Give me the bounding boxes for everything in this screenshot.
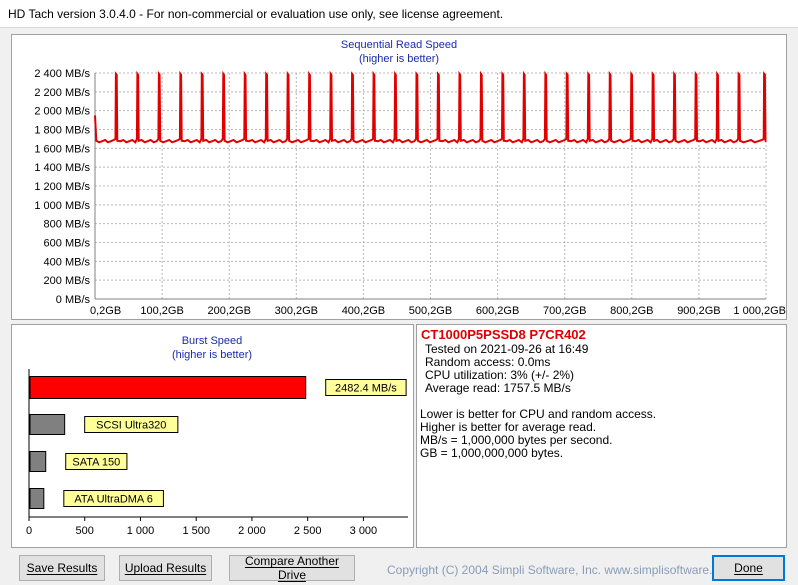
average-read: Average read: 1757.5 MB/s <box>425 381 571 395</box>
y-tick-label: 1 200 MB/s <box>34 181 90 193</box>
window-title: HD Tach version 3.0.4.0 - For non-commer… <box>8 7 504 21</box>
drive-model: CT1000P5PSSD8 P7CR402 <box>421 327 586 342</box>
x-tick-label: 200,2GB <box>207 305 250 317</box>
x-tick-label: 700,2GB <box>543 305 586 317</box>
y-tick-label: 2 200 MB/s <box>34 87 90 99</box>
y-tick-label: 1 400 MB/s <box>34 162 90 174</box>
y-tick-label: 400 MB/s <box>44 256 91 268</box>
sequential-grid <box>94 72 767 300</box>
sequential-title: Sequential Read Speed <box>341 39 457 51</box>
burst-bar <box>29 451 47 472</box>
y-tick-label: 1 800 MB/s <box>34 125 90 137</box>
x-tick-label: 900,2GB <box>677 305 720 317</box>
burst-bar <box>29 414 66 435</box>
copyright-text: Copyright (C) 2004 Simpli Software, Inc.… <box>387 563 736 577</box>
sequential-chart: Sequential Read Speed (higher is better)… <box>34 39 786 317</box>
x-tick-label: 300,2GB <box>275 305 318 317</box>
compare-drive-button[interactable]: Compare Another Drive <box>229 554 355 582</box>
burst-bar <box>29 488 45 509</box>
y-tick-label: 2 400 MB/s <box>34 68 90 80</box>
burst-tick-label: 1 500 <box>182 525 210 537</box>
y-tick-label: 2 000 MB/s <box>34 106 90 118</box>
sequential-subtitle: (higher is better) <box>359 53 439 65</box>
y-tick-label: 1 600 MB/s <box>34 143 90 155</box>
burst-tick-label: 0 <box>26 525 32 537</box>
title-bar: HD Tach version 3.0.4.0 - For non-commer… <box>0 0 798 28</box>
upload-results-button[interactable]: Upload Results <box>119 555 212 581</box>
burst-tick-label: 2 000 <box>238 525 266 537</box>
random-access: Random access: 0.0ms <box>425 355 551 369</box>
x-tick-label: 600,2GB <box>476 305 519 317</box>
burst-bar <box>29 376 307 399</box>
x-tick-label: 500,2GB <box>409 305 452 317</box>
note-line: MB/s = 1,000,000 bytes per second. <box>420 433 613 447</box>
burst-chart: Burst Speed (higher is better) 0 500 1 000… <box>26 335 408 537</box>
x-tick-label: 100,2GB <box>140 305 183 317</box>
test-date: Tested on 2021-09-26 at 16:49 <box>425 342 589 356</box>
done-button[interactable]: Done <box>712 555 785 581</box>
burst-tick-label: 3 000 <box>350 525 378 537</box>
sequential-read-line <box>94 70 767 144</box>
burst-tick-label: 500 <box>76 525 94 537</box>
burst-bar-label: SCSI Ultra320 <box>96 420 166 432</box>
x-tick-label: 400,2GB <box>342 305 385 317</box>
y-tick-label: 1 000 MB/s <box>34 200 90 212</box>
burst-panel: Burst Speed (higher is better) 0 500 1 000… <box>11 324 414 548</box>
burst-bar-label: 2482.4 MB/s <box>335 383 397 395</box>
save-results-button[interactable]: Save Results <box>19 555 105 581</box>
sequential-y-ticks: 0 MB/s 200 MB/s 400 MB/s 600 MB/s 800 MB/s 1 … <box>34 68 90 306</box>
burst-bars: 2482.4 MB/s SCSI Ultra320 SATA 150 ATA Ultr… <box>29 376 407 509</box>
burst-tick-label: 2 500 <box>294 525 322 537</box>
y-tick-label: 800 MB/s <box>44 219 91 231</box>
y-tick-label: 0 MB/s <box>56 294 91 306</box>
burst-bar-label: SATA 150 <box>72 457 120 469</box>
x-tick-label: 0,2GB <box>90 305 121 317</box>
burst-title: Burst Speed <box>182 335 243 347</box>
y-tick-label: 600 MB/s <box>44 238 91 250</box>
burst-subtitle: (higher is better) <box>172 349 252 361</box>
note-line: GB = 1,000,000,000 bytes. <box>420 446 564 460</box>
burst-bar-label: ATA UltraDMA 6 <box>74 494 152 506</box>
info-panel: CT1000P5PSSD8 P7CR402 Tested on 2021-09-… <box>416 324 787 548</box>
note-line: Higher is better for average read. <box>420 420 597 434</box>
sequential-panel: Sequential Read Speed (higher is better)… <box>11 34 787 320</box>
y-tick-label: 200 MB/s <box>44 275 91 287</box>
x-tick-label: 1 000,2GB <box>733 305 786 317</box>
note-line: Lower is better for CPU and random acces… <box>420 407 657 421</box>
burst-tick-label: 1 000 <box>127 525 155 537</box>
sequential-x-ticks: 0,2GB 100,2GB 200,2GB 300,2GB 400,2GB 500,2GB… <box>90 305 786 317</box>
x-tick-label: 800,2GB <box>610 305 653 317</box>
cpu-utilization: CPU utilization: 3% (+/- 2%) <box>425 368 575 382</box>
